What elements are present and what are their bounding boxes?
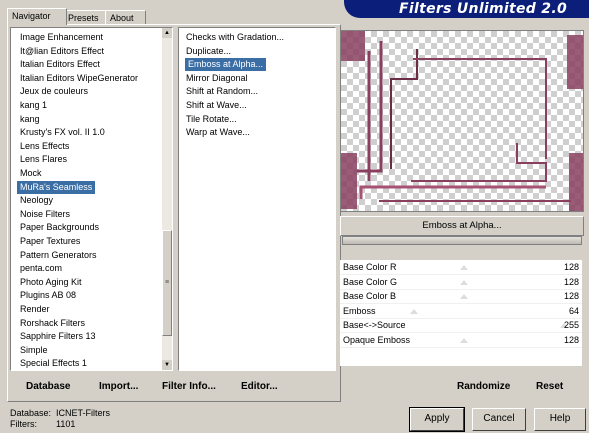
parameter-label: Emboss (343, 305, 376, 316)
category-item[interactable]: kang (20, 113, 40, 126)
help-button[interactable]: Help (534, 408, 586, 431)
parameter-row[interactable]: Base Color R 128 (340, 260, 582, 275)
filter-item[interactable]: Mirror Diagonal (186, 72, 248, 85)
category-item[interactable]: Neology (20, 194, 53, 207)
editor-button[interactable]: Editor... (241, 381, 278, 392)
category-item[interactable]: Jeux de couleurs (20, 85, 88, 98)
category-item[interactable]: Noise Filters (20, 208, 70, 221)
parameter-row[interactable]: Emboss 64 (340, 304, 582, 319)
filters-count: 1101 (56, 419, 76, 429)
tab-about[interactable]: About (105, 10, 146, 25)
parameter-value: 128 (563, 334, 579, 345)
category-item[interactable]: Lens Effects (20, 140, 69, 153)
filter-info-button[interactable]: Filter Info... (162, 381, 216, 392)
progress-bar (342, 236, 582, 245)
parameter-label: Opaque Emboss (343, 334, 411, 345)
category-item[interactable]: Pattern Generators (20, 249, 97, 262)
parameter-row[interactable]: Base Color G 128 (340, 275, 582, 290)
left-button-bar: Database Import... Filter Info... Editor… (10, 376, 334, 396)
filter-item[interactable]: Warp at Wave... (186, 126, 250, 139)
filter-item[interactable]: Emboss at Alpha... (185, 58, 267, 72)
scroll-up-icon[interactable]: ▲ (162, 28, 172, 38)
category-item[interactable]: Rorshack Filters (20, 317, 85, 330)
category-item[interactable]: Plugins AB 08 (20, 289, 76, 302)
parameter-value: 128 (563, 291, 579, 301)
filters-label: Filters: (10, 419, 37, 429)
slider-marker-icon[interactable] (460, 265, 469, 270)
slider-marker-icon[interactable] (410, 308, 419, 314)
category-item[interactable]: Simple (20, 344, 48, 357)
filter-item[interactable]: Checks with Gradation... (186, 31, 284, 44)
scroll-down-icon[interactable]: ▼ (162, 360, 172, 370)
filters-unlimited-window: Filters Unlimited 2.0 Navigator Presets … (0, 0, 589, 433)
category-item[interactable]: MuRa's Seamless (17, 180, 96, 194)
tab-presets[interactable]: Presets (63, 10, 109, 25)
category-item[interactable]: Krusty's FX vol. II 1.0 (20, 126, 105, 139)
preview-pane (340, 30, 584, 212)
parameter-row[interactable]: Opaque Emboss 128 (340, 333, 582, 348)
filter-list[interactable]: Checks with Gradation... Duplicate... Embo… (178, 27, 336, 371)
category-item[interactable]: Italian Editors WipeGenerator (20, 72, 138, 85)
parameter-value: 64 (568, 305, 579, 316)
cancel-button[interactable]: Cancel (472, 408, 526, 431)
category-item[interactable]: kang 1 (20, 99, 47, 112)
grip-icon: ≡ (165, 279, 170, 286)
app-title: Filters Unlimited 2.0 (399, 1, 567, 17)
parameter-row[interactable]: Base Color B 128 (340, 289, 582, 304)
parameter-value: 255 (563, 320, 579, 330)
category-item[interactable]: Paper Backgrounds (20, 221, 99, 234)
database-value: ICNET-Filters (56, 408, 110, 418)
filter-name-label: Emboss at Alpha... (340, 216, 584, 236)
parameter-value: 128 (563, 276, 579, 287)
category-item[interactable]: It@lian Editors Effect (20, 45, 104, 58)
title-banner: Filters Unlimited 2.0 (344, 0, 589, 18)
category-item[interactable]: Special Effects 1 (20, 357, 87, 370)
category-item[interactable]: penta.com (20, 262, 62, 275)
slider-marker-icon[interactable] (460, 337, 469, 343)
right-button-bar: Randomize Reset (340, 376, 582, 396)
filter-item[interactable]: Shift at Wave... (186, 99, 247, 112)
slider-marker-icon[interactable] (460, 294, 469, 299)
scroll-thumb[interactable]: ≡ (162, 230, 172, 336)
database-button[interactable]: Database (26, 381, 70, 392)
parameter-label: Base<->Source (343, 320, 406, 330)
category-item[interactable]: Italian Editors Effect (20, 58, 100, 71)
parameter-label: Base Color R (343, 262, 397, 272)
category-item[interactable]: Render (20, 303, 50, 316)
preview-image (341, 31, 583, 211)
reset-button[interactable]: Reset (536, 381, 563, 392)
parameter-row[interactable]: Base<->Source 255 (340, 318, 582, 333)
category-item[interactable]: Photo Aging Kit (20, 276, 82, 289)
parameter-label: Base Color B (343, 291, 397, 301)
category-item[interactable]: Mock (20, 167, 42, 180)
status-area: Database: ICNET-Filters Filters: 1101 (10, 408, 110, 430)
database-label: Database: (10, 408, 52, 418)
category-item[interactable]: Lens Flares (20, 153, 67, 166)
parameter-label: Base Color G (343, 276, 398, 287)
category-scrollbar[interactable]: ▲ ≡ ▼ (162, 28, 172, 370)
category-item[interactable]: Paper Textures (20, 235, 80, 248)
filter-item[interactable]: Tile Rotate... (186, 113, 237, 126)
tab-navigator[interactable]: Navigator (7, 8, 67, 25)
category-list[interactable]: ▲ ≡ ▼ Image Enhancement It@lian Editors E… (10, 27, 173, 371)
parameter-list: Base Color R 128 Base Color G 128 Base Color… (340, 260, 582, 366)
category-item[interactable]: Image Enhancement (20, 31, 103, 44)
filter-item[interactable]: Duplicate... (186, 45, 231, 58)
import-button[interactable]: Import... (99, 381, 138, 392)
filter-item[interactable]: Shift at Random... (186, 85, 258, 98)
apply-button[interactable]: Apply (409, 407, 465, 432)
randomize-button[interactable]: Randomize (457, 381, 510, 392)
category-item[interactable]: Sapphire Filters 13 (20, 330, 96, 343)
parameter-value: 128 (563, 262, 579, 272)
slider-marker-icon[interactable] (460, 279, 469, 285)
